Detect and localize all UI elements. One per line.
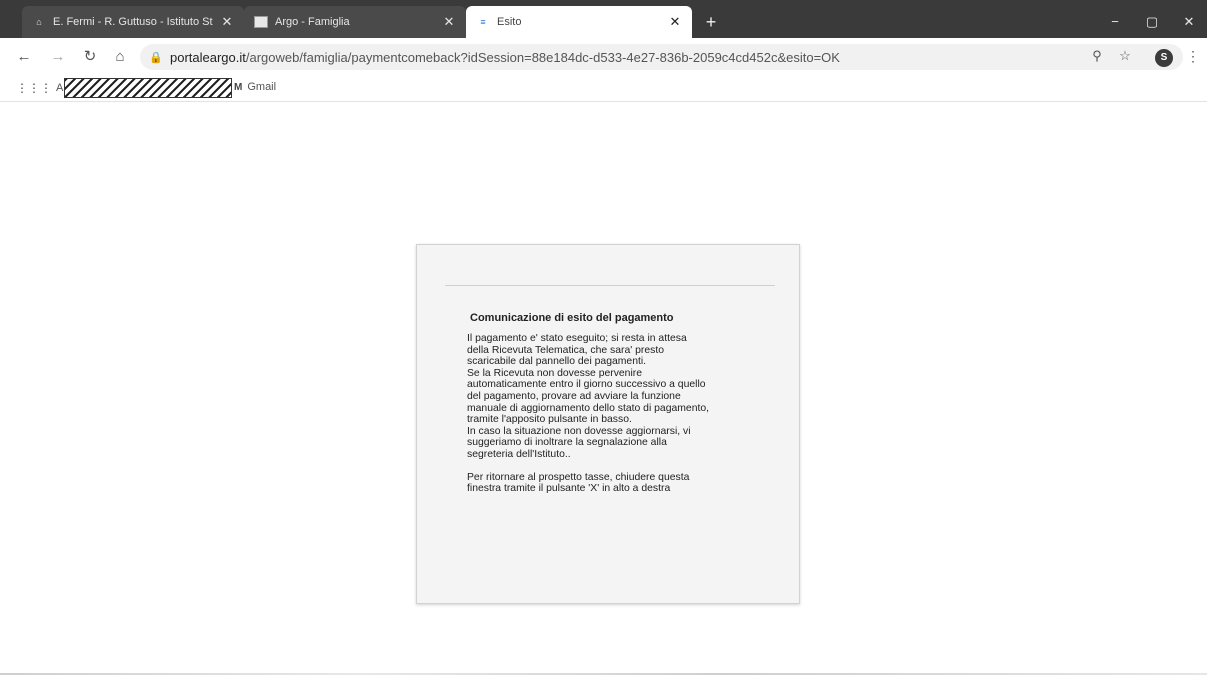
body-line: tramite l'apposito pulsante in basso. <box>467 414 632 426</box>
dialog-title: Comunicazione di esito del pagamento <box>470 312 674 324</box>
school-favicon-icon: ⌂ <box>36 16 42 27</box>
argo-favicon-icon <box>254 16 268 28</box>
tab-title: E. Fermi - R. Guttuso - Istituto St <box>53 16 213 28</box>
minimize-icon[interactable]: − <box>1104 14 1126 29</box>
body-line: automaticamente entro il giorno successi… <box>467 379 706 391</box>
new-tab-button[interactable]: + <box>700 12 722 34</box>
close-window-icon[interactable]: ✕ <box>1178 14 1200 30</box>
tab-istituto[interactable]: ⌂ E. Fermi - R. Guttuso - Istituto St ✕ <box>22 6 244 38</box>
browser-toolbar: ← → ↻ ⌂ 🔒 portaleargo.it/argoweb/famigli… <box>0 38 1207 76</box>
redacted-bookmarks <box>64 78 232 98</box>
reload-icon[interactable]: ↻ <box>80 48 100 68</box>
body-line: Per ritornare al prospetto tasse, chiude… <box>467 471 690 483</box>
bookmarks-bar: ⋮⋮⋮ App M Gmail <box>0 76 1207 102</box>
body-line: segreteria dell'Istituto.. <box>467 448 571 460</box>
tab-esito[interactable]: ≡ Esito ✕ <box>466 6 692 38</box>
forward-icon[interactable]: → <box>48 48 68 68</box>
home-icon[interactable]: ⌂ <box>110 48 130 68</box>
zoom-icon[interactable]: ⚲ <box>1088 48 1106 64</box>
profile-avatar[interactable]: S <box>1155 49 1173 67</box>
url-host: portaleargo.it <box>170 49 246 65</box>
dialog-divider <box>445 285 775 286</box>
lock-icon[interactable]: 🔒 <box>148 51 164 64</box>
body-line: Il pagamento e' stato eseguito; si resta… <box>467 333 687 344</box>
body-line: Se la Ricevuta non dovesse pervenire <box>467 367 643 379</box>
bookmark-star-icon[interactable]: ☆ <box>1116 48 1134 64</box>
back-icon[interactable]: ← <box>14 48 34 68</box>
tab-argo-famiglia[interactable]: Argo - Famiglia ✕ <box>244 6 466 38</box>
body-line: della Ricevuta Telematica, che sara' pre… <box>467 344 665 356</box>
page-favicon-icon: ≡ <box>480 16 486 27</box>
close-icon[interactable]: ✕ <box>442 14 456 30</box>
body-line: del pagamento, provare ad avviare la fun… <box>467 390 681 402</box>
address-bar[interactable]: 🔒 portaleargo.it/argoweb/famiglia/paymen… <box>140 44 1183 70</box>
apps-grid-icon: ⋮⋮⋮ <box>16 81 52 95</box>
address-url: portaleargo.it/argoweb/famiglia/paymentc… <box>170 50 1090 65</box>
close-icon[interactable]: ✕ <box>220 14 234 30</box>
maximize-icon[interactable]: ▢ <box>1141 14 1163 30</box>
bookmark-gmail[interactable]: M Gmail <box>234 81 276 93</box>
body-line: finestra tramite il pulsante 'X' in alto… <box>467 483 671 495</box>
close-icon[interactable]: ✕ <box>668 14 682 30</box>
tab-title: Esito <box>497 16 522 28</box>
tab-strip: ⌂ E. Fermi - R. Guttuso - Istituto St ✕ … <box>0 0 1207 38</box>
url-path: /argoweb/famiglia/paymentcomeback?idSess… <box>245 49 840 65</box>
gmail-label: Gmail <box>247 81 277 93</box>
body-line: manuale di aggiornamento dello stato di … <box>467 402 710 414</box>
menu-icon[interactable]: ⋮ <box>1186 48 1200 65</box>
dialog-body: Il pagamento e' stato eseguito; si resta… <box>467 333 767 495</box>
body-line: suggeriamo di inoltrare la segnalazione … <box>467 437 667 449</box>
payment-result-dialog: Comunicazione di esito del pagamento Il … <box>416 244 800 604</box>
body-line: In caso la situazione non dovesse aggior… <box>467 425 691 437</box>
gmail-icon: M <box>234 81 243 93</box>
body-line: scaricabile dal pannello dei pagamenti. <box>467 356 647 368</box>
tab-title: Argo - Famiglia <box>275 16 350 28</box>
scan-edge <box>0 673 1207 675</box>
